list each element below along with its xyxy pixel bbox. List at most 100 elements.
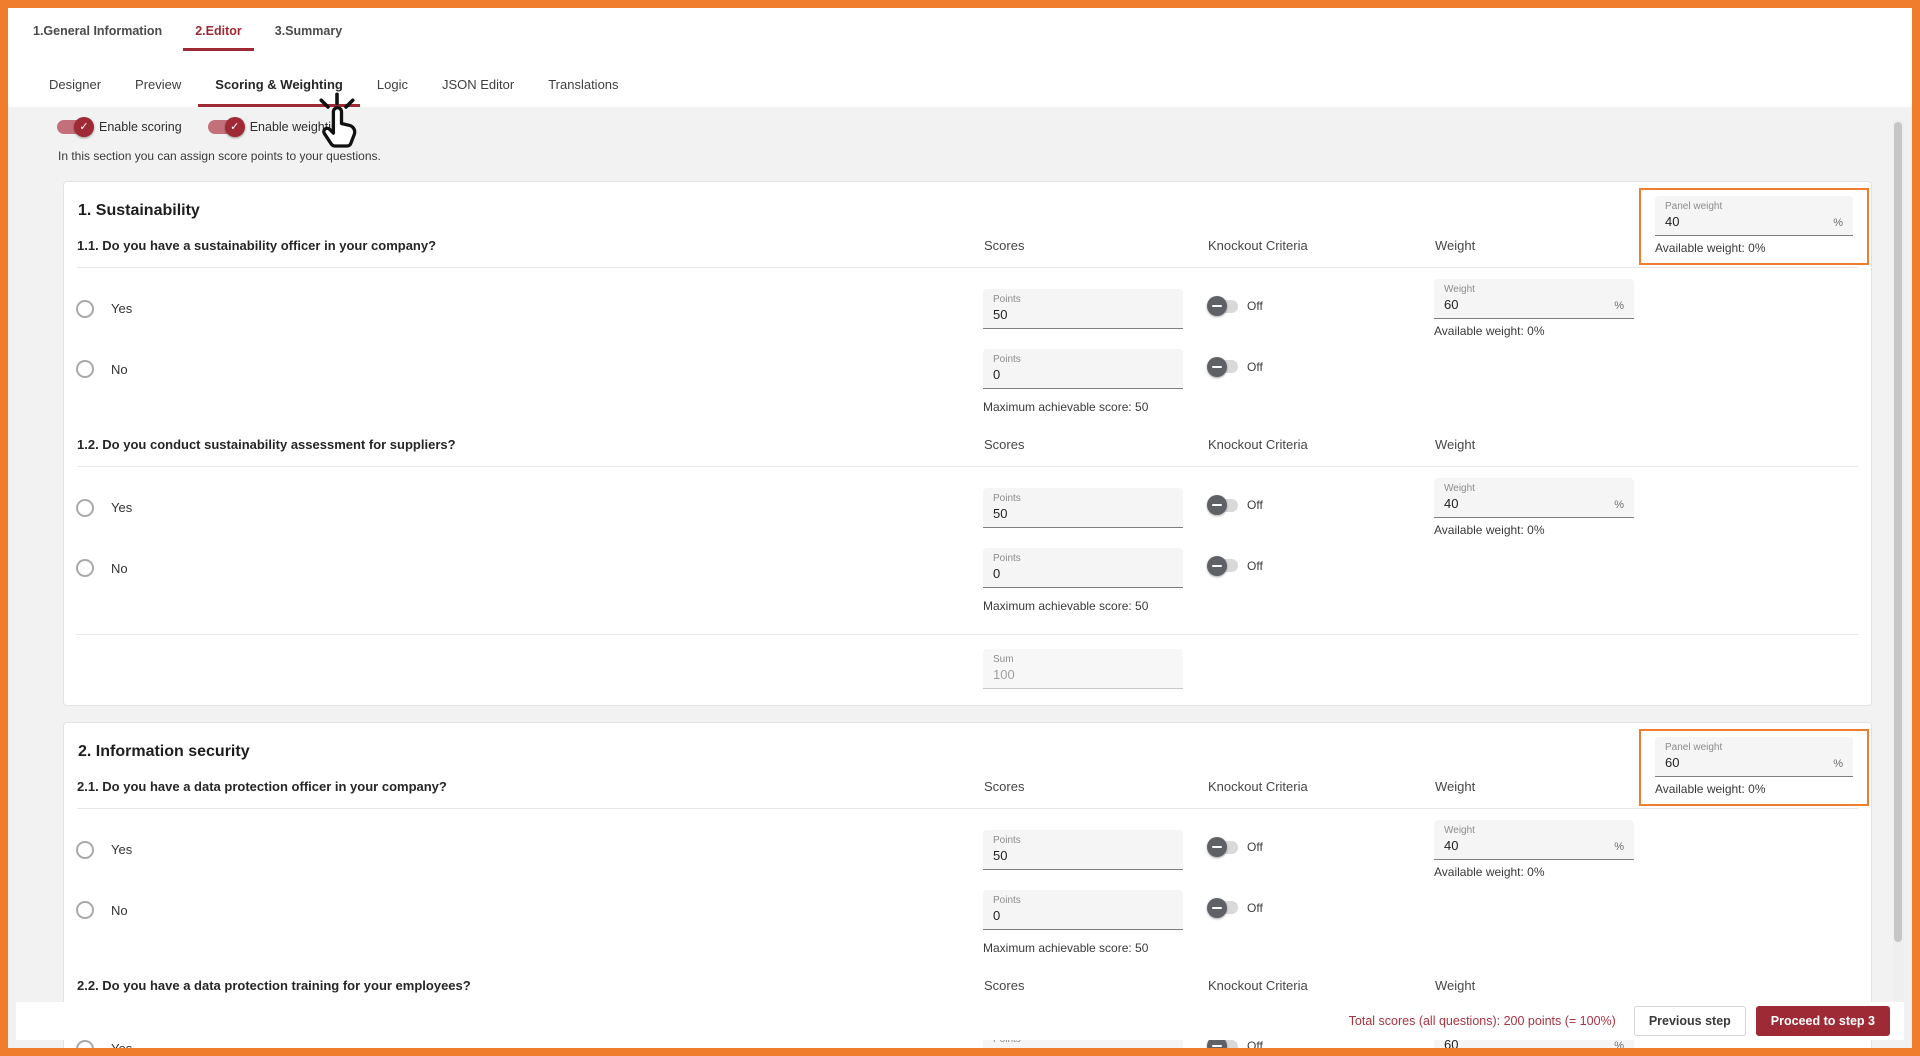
option-label: Yes: [111, 301, 132, 316]
option-label: Yes: [111, 1041, 132, 1056]
radio-yes[interactable]: [76, 300, 94, 318]
knockout-state-label: Off: [1247, 1039, 1263, 1053]
points-field: Points: [983, 548, 1183, 588]
question-title: 1.1. Do you have a sustainability office…: [77, 238, 984, 253]
points-field-input[interactable]: [993, 306, 1141, 322]
radio-yes[interactable]: [76, 499, 94, 517]
weight-cell: Weight%Available weight: 0%: [1434, 279, 1859, 338]
weight-field: Weight%: [1434, 478, 1634, 518]
weight-field-label: Weight: [1444, 284, 1624, 296]
points-field-input[interactable]: [993, 565, 1141, 581]
tab-preview[interactable]: Preview: [118, 67, 198, 107]
knockout-toggle[interactable]: Off: [1210, 299, 1263, 313]
panel-weight-field: Panel weight%: [1655, 737, 1853, 777]
tab-json-editor[interactable]: JSON Editor: [425, 67, 531, 107]
check-icon: ✓: [225, 117, 245, 137]
scores-column-header: Scores: [984, 779, 1208, 794]
tab-translations[interactable]: Translations: [531, 67, 635, 107]
vertical-scrollbar[interactable]: [1893, 120, 1904, 1002]
panel-weight-field-suffix-percent: %: [1833, 217, 1843, 229]
points-field-input[interactable]: [993, 1046, 1141, 1056]
previous-step-button[interactable]: Previous step: [1634, 1006, 1746, 1036]
step-tab-1[interactable]: 1.General Information: [21, 24, 174, 51]
radio-no[interactable]: [76, 360, 94, 378]
total-scores-text: Total scores (all questions): 200 points…: [1349, 1014, 1616, 1028]
answer-option: Yes: [76, 1040, 983, 1056]
points-field-label: Points: [993, 553, 1173, 565]
weight-column-header: Weight: [1435, 437, 1858, 452]
tab-scoring-weighting[interactable]: Scoring & Weighting: [198, 67, 360, 107]
scrollbar-thumb[interactable]: [1894, 122, 1902, 942]
answer-option: Yes: [76, 300, 983, 318]
panel-weight-field-input[interactable]: [1665, 754, 1811, 770]
tab-designer[interactable]: Designer: [32, 67, 118, 107]
radio-no[interactable]: [76, 901, 94, 919]
option-label: Yes: [111, 500, 132, 515]
minus-icon: [1207, 898, 1227, 918]
points-cell: Points: [983, 289, 1207, 329]
answer-option: Yes: [76, 499, 983, 517]
panel-weight-field-label: Panel weight: [1665, 201, 1843, 213]
max-achievable-score: Maximum achievable score: 50: [983, 941, 1207, 955]
scoring-weighting-page: 1.General Information 2.Editor 3.Summary D…: [0, 0, 1920, 1056]
step-tab-3[interactable]: 3.Summary: [263, 24, 354, 51]
points-field-input[interactable]: [993, 847, 1141, 863]
weight-cell: Weight%Available weight: 0%: [1434, 820, 1859, 879]
toggle-on-track: ✓: [208, 120, 242, 134]
knockout-column-header: Knockout Criteria: [1208, 779, 1435, 794]
knockout-cell: Off: [1207, 498, 1434, 517]
knockout-toggle-track: [1210, 300, 1238, 313]
knockout-cell: Off: [1207, 1039, 1434, 1056]
radio-yes[interactable]: [76, 841, 94, 859]
max-achievable-score: Maximum achievable score: 50: [983, 599, 1207, 613]
knockout-toggle[interactable]: Off: [1210, 1039, 1263, 1053]
knockout-state-label: Off: [1247, 901, 1263, 915]
points-field-input[interactable]: [993, 907, 1141, 923]
weight-field-input[interactable]: [1444, 296, 1592, 312]
weight-field-suffix-percent: %: [1614, 841, 1624, 853]
knockout-column-header: Knockout Criteria: [1208, 978, 1435, 993]
weight-field-input[interactable]: [1444, 837, 1592, 853]
knockout-state-label: Off: [1247, 360, 1263, 374]
proceed-to-step-3-button[interactable]: Proceed to step 3: [1756, 1006, 1890, 1036]
points-field-label: Points: [993, 895, 1173, 907]
scores-column-header: Scores: [984, 437, 1208, 452]
knockout-toggle[interactable]: Off: [1210, 901, 1263, 915]
knockout-toggle-track: [1210, 499, 1238, 512]
panels-container: 1. SustainabilityPanel weight%Available …: [8, 163, 1912, 1056]
knockout-toggle[interactable]: Off: [1210, 559, 1263, 573]
panel-weight-box: Panel weight%Available weight: 0%: [1639, 729, 1869, 806]
minus-icon: [1207, 495, 1227, 515]
minus-icon: [1207, 837, 1227, 857]
tab-logic[interactable]: Logic: [360, 67, 425, 107]
points-field-input[interactable]: [993, 505, 1141, 521]
toggles-row: ✓ Enable scoring ✓ Enable weighting: [8, 107, 1912, 134]
points-field-label: Points: [993, 835, 1173, 847]
points-cell: Points: [983, 488, 1207, 528]
knockout-state-label: Off: [1247, 498, 1263, 512]
knockout-cell: Off: [1207, 299, 1434, 318]
points-field-input[interactable]: [993, 366, 1141, 382]
knockout-column-header: Knockout Criteria: [1208, 238, 1435, 253]
knockout-toggle[interactable]: Off: [1210, 498, 1263, 512]
panel-weight-field-input[interactable]: [1665, 213, 1811, 229]
knockout-toggle[interactable]: Off: [1210, 840, 1263, 854]
editor-tabs: DesignerPreviewScoring & WeightingLogicJ…: [8, 51, 1912, 107]
panel-weight-box: Panel weight%Available weight: 0%: [1639, 188, 1869, 265]
enable-scoring-toggle[interactable]: ✓ Enable scoring: [57, 120, 182, 134]
enable-weighting-toggle[interactable]: ✓ Enable weighting: [208, 120, 345, 134]
points-field: Points: [983, 289, 1183, 329]
step-tabs: 1.General Information 2.Editor 3.Summary: [8, 8, 1912, 51]
answer-option: No: [76, 360, 983, 378]
radio-yes[interactable]: [76, 1040, 94, 1056]
sum-field-input: [993, 666, 1141, 682]
step-tab-2[interactable]: 2.Editor: [183, 24, 254, 51]
weight-field-input[interactable]: [1444, 495, 1592, 511]
knockout-column-header: Knockout Criteria: [1208, 437, 1435, 452]
knockout-cell: Off: [1207, 840, 1434, 859]
footer-bar: Total scores (all questions): 200 points…: [16, 1002, 1904, 1040]
knockout-toggle[interactable]: Off: [1210, 360, 1263, 374]
knockout-state-label: Off: [1247, 840, 1263, 854]
radio-no[interactable]: [76, 559, 94, 577]
header: 1.General Information 2.Editor 3.Summary D…: [8, 8, 1912, 107]
